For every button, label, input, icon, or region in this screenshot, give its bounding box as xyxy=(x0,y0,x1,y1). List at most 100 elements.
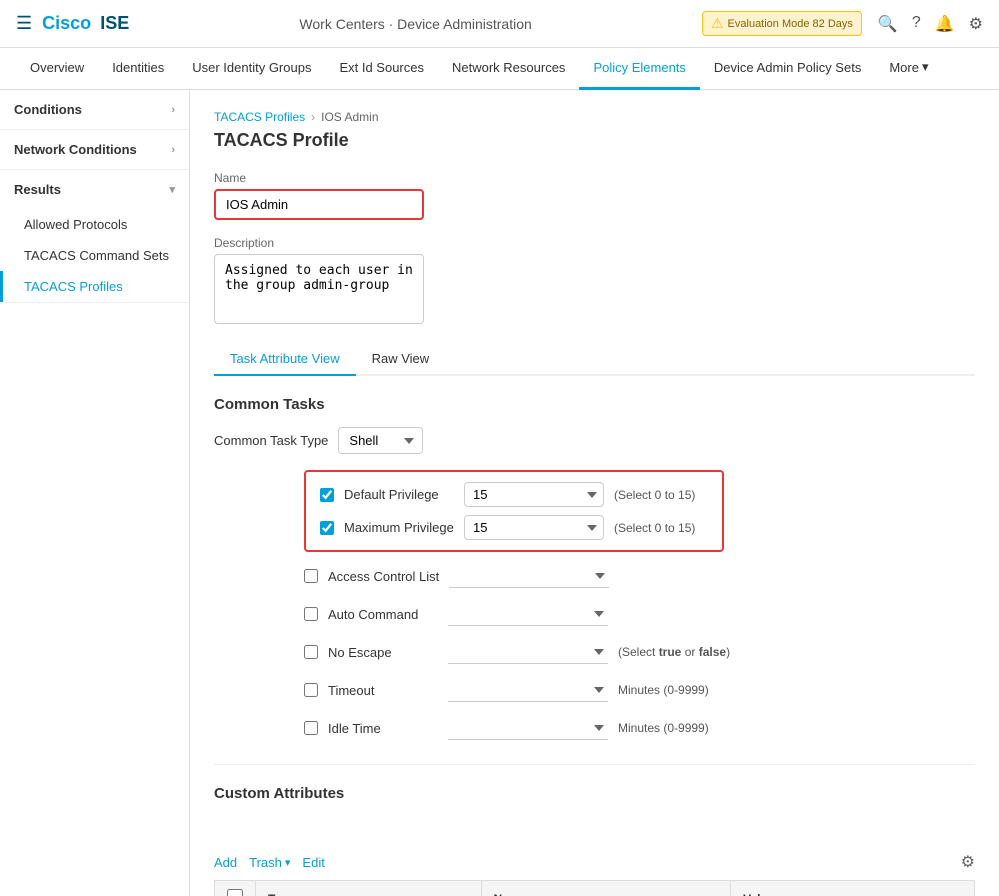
access-control-list-row: Access Control List xyxy=(304,560,975,592)
header-title: Work Centers · Device Administration xyxy=(129,16,702,32)
table-select-all[interactable] xyxy=(227,889,243,896)
privilege-container: Default Privilege 15 0123 4567 891011 12… xyxy=(304,470,724,552)
timeout-checkbox[interactable] xyxy=(304,683,318,697)
sidebar: Conditions › Network Conditions › Result… xyxy=(0,90,190,896)
tab-overview[interactable]: Overview xyxy=(16,48,98,90)
timeout-select[interactable] xyxy=(448,678,608,702)
top-header: ☰ Cisco ISE Work Centers · Device Admini… xyxy=(0,0,999,48)
auto-command-label: Auto Command xyxy=(328,607,438,622)
access-control-list-checkbox[interactable] xyxy=(304,569,318,583)
sidebar-conditions-header[interactable]: Conditions › xyxy=(0,90,189,129)
hamburger-icon[interactable]: ☰ xyxy=(16,13,32,34)
breadcrumb-current: IOS Admin xyxy=(321,110,378,124)
sidebar-results-header[interactable]: Results ▾ xyxy=(0,170,189,209)
trash-button[interactable]: Trash xyxy=(249,855,282,870)
view-tabs: Task Attribute View Raw View xyxy=(214,343,975,376)
tab-ext-id-sources[interactable]: Ext Id Sources xyxy=(325,48,438,90)
auto-command-row: Auto Command xyxy=(304,598,975,630)
warning-icon: ⚠ xyxy=(711,15,724,32)
task-type-select[interactable]: Shell Custom xyxy=(338,427,423,454)
tab-task-attribute-view[interactable]: Task Attribute View xyxy=(214,343,356,376)
no-escape-checkbox[interactable] xyxy=(304,645,318,659)
col-value: Value xyxy=(731,881,975,896)
sidebar-item-tacacs-command-sets[interactable]: TACACS Command Sets xyxy=(0,240,189,271)
content-area: TACACS Profiles › IOS Admin TACACS Profi… xyxy=(190,90,999,896)
header-right: ⚠ Evaluation Mode 82 Days 🔍 ? 🔔 ⚙ xyxy=(702,11,983,36)
ise-text: ISE xyxy=(100,13,129,34)
default-privilege-range: (Select 0 to 15) xyxy=(614,488,695,502)
tab-device-admin-policy-sets[interactable]: Device Admin Policy Sets xyxy=(700,48,875,90)
tab-user-identity-groups[interactable]: User Identity Groups xyxy=(178,48,325,90)
maximum-privilege-select[interactable]: 15 0123 xyxy=(464,515,604,540)
results-chevron-icon: ▾ xyxy=(169,183,175,196)
sidebar-results-label: Results xyxy=(14,182,61,197)
tab-identities[interactable]: Identities xyxy=(98,48,178,90)
auto-command-checkbox[interactable] xyxy=(304,607,318,621)
more-chevron-icon: ▾ xyxy=(922,59,929,75)
maximum-privilege-label: Maximum Privilege xyxy=(344,520,454,535)
tab-raw-view[interactable]: Raw View xyxy=(356,343,446,376)
no-escape-hint: (Select true or false) xyxy=(618,645,730,659)
settings-icon[interactable]: ⚙ xyxy=(969,14,983,34)
col-type: Type xyxy=(256,881,482,896)
cisco-text: Cisco xyxy=(42,13,91,34)
name-input[interactable] xyxy=(214,189,424,220)
breadcrumb-separator: › xyxy=(311,110,315,124)
edit-button[interactable]: Edit xyxy=(302,855,324,870)
task-type-label: Common Task Type xyxy=(214,433,328,448)
sidebar-conditions-label: Conditions xyxy=(14,102,82,117)
access-control-list-select[interactable] xyxy=(449,564,609,588)
nav-tabs: Overview Identities User Identity Groups… xyxy=(0,48,999,90)
sidebar-section-conditions: Conditions › xyxy=(0,90,189,130)
col-checkbox xyxy=(215,881,256,896)
maximum-privilege-range: (Select 0 to 15) xyxy=(614,521,695,535)
tab-policy-elements[interactable]: Policy Elements xyxy=(579,48,699,90)
sidebar-item-allowed-protocols[interactable]: Allowed Protocols xyxy=(0,209,189,240)
sidebar-section-network-conditions: Network Conditions › xyxy=(0,130,189,170)
header-icons: 🔍 ? 🔔 ⚙ xyxy=(878,14,983,34)
description-textarea[interactable]: Assigned to each user in the group admin… xyxy=(214,254,424,324)
timeout-hint: Minutes (0-9999) xyxy=(618,683,709,697)
task-type-row: Common Task Type Shell Custom xyxy=(214,427,975,454)
form-group-name: Name xyxy=(214,171,975,220)
search-icon[interactable]: 🔍 xyxy=(878,14,898,34)
help-icon[interactable]: ? xyxy=(912,14,921,34)
breadcrumb: TACACS Profiles › IOS Admin xyxy=(214,110,975,124)
idle-time-row: Idle Time Minutes (0-9999) xyxy=(304,712,975,744)
idle-time-select[interactable] xyxy=(448,716,608,740)
custom-attributes-title: Custom Attributes xyxy=(214,785,975,802)
name-label: Name xyxy=(214,171,975,185)
default-privilege-select[interactable]: 15 0123 4567 891011 121314 xyxy=(464,482,604,507)
eval-text: Evaluation Mode 82 Days xyxy=(728,18,853,30)
custom-attributes-table: Type Name Value No data found. xyxy=(214,880,975,896)
description-label: Description xyxy=(214,236,975,250)
tab-more[interactable]: More ▾ xyxy=(875,48,942,90)
eval-badge: ⚠ Evaluation Mode 82 Days xyxy=(702,11,862,36)
sidebar-item-tacacs-profiles[interactable]: TACACS Profiles xyxy=(0,271,189,302)
sidebar-network-conditions-label: Network Conditions xyxy=(14,142,137,157)
idle-time-hint: Minutes (0-9999) xyxy=(618,721,709,735)
auto-command-select[interactable] xyxy=(448,602,608,626)
sidebar-section-results: Results ▾ Allowed Protocols TACACS Comma… xyxy=(0,170,189,303)
timeout-row: Timeout Minutes (0-9999) xyxy=(304,674,975,706)
access-control-list-label: Access Control List xyxy=(328,569,439,584)
trash-chevron-icon: ▾ xyxy=(285,856,291,869)
network-conditions-chevron-icon: › xyxy=(171,144,175,156)
notifications-icon[interactable]: 🔔 xyxy=(935,14,955,34)
default-privilege-checkbox[interactable] xyxy=(320,488,334,502)
tab-network-resources[interactable]: Network Resources xyxy=(438,48,579,90)
no-escape-select[interactable]: true false xyxy=(448,640,608,664)
no-escape-label: No Escape xyxy=(328,645,438,660)
no-escape-row: No Escape true false (Select true or fal… xyxy=(304,636,975,668)
gear-icon[interactable]: ⚙ xyxy=(961,852,975,872)
breadcrumb-link[interactable]: TACACS Profiles xyxy=(214,110,305,124)
idle-time-checkbox[interactable] xyxy=(304,721,318,735)
maximum-privilege-row: Maximum Privilege 15 0123 (Select 0 to 1… xyxy=(320,515,708,540)
trash-button-group[interactable]: Trash ▾ xyxy=(249,855,290,870)
page-title: TACACS Profile xyxy=(214,130,975,151)
sidebar-network-conditions-header[interactable]: Network Conditions › xyxy=(0,130,189,169)
common-tasks-title: Common Tasks xyxy=(214,396,975,413)
default-privilege-label: Default Privilege xyxy=(344,487,454,502)
maximum-privilege-checkbox[interactable] xyxy=(320,521,334,535)
add-button[interactable]: Add xyxy=(214,855,237,870)
